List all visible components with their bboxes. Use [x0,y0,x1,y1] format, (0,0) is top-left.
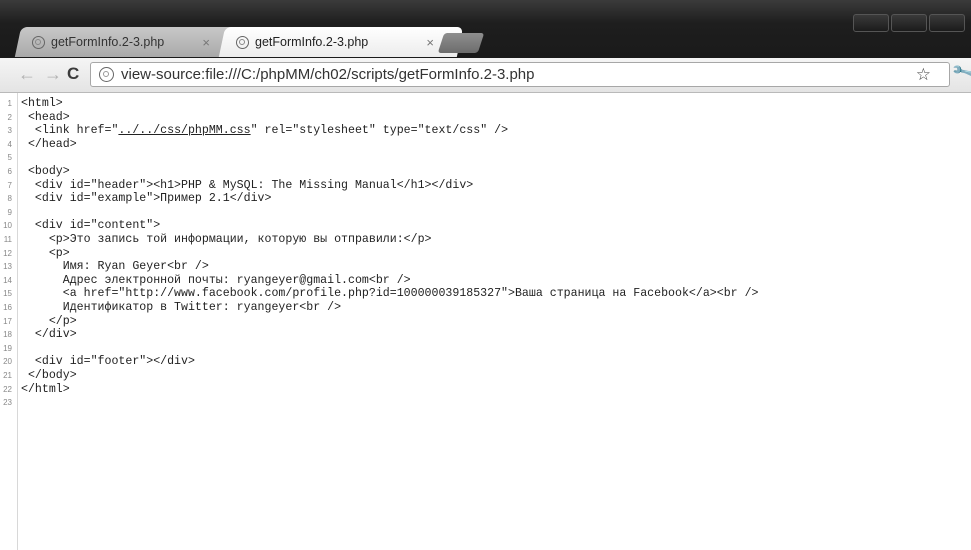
line-number: 6 [7,167,12,176]
source-line: 7 <div id="header"><h1>PHP & MySQL: The … [0,179,971,193]
line-number: 9 [7,207,12,217]
minimize-button[interactable] [853,14,889,32]
source-line: 13 Имя: Ryan Geyer<br /> [0,260,971,274]
source-line: 17 </p> [0,315,971,329]
code-text: </p> [21,314,77,328]
source-line: 1 <html> [0,97,971,111]
tab-close-icon[interactable]: × [202,35,210,50]
line-number: 1 [7,99,12,108]
line-number: 21 [3,371,12,380]
line-number: 17 [3,316,12,326]
source-line: 22 </html> [0,383,971,397]
source-line: 14 Адрес электронной почты: ryangeyer@gm… [0,274,971,288]
line-number: 18 [3,330,12,340]
address-bar[interactable]: view-source:file:///C:/phpMM/ch02/script… [90,62,950,87]
line-number: 14 [3,275,12,285]
page-icon [99,67,114,82]
code-text: <p>Это запись той информации, которую вы… [21,233,432,246]
source-line: 5 [0,151,971,165]
forward-arrow-icon[interactable]: → [44,64,62,84]
source-line: 6 <body> [0,165,971,179]
code-text: </body> [21,369,77,382]
source-line: 23 [0,396,971,410]
browser-window: getFormInfo.2-3.php × getFormInfo.2-3.ph… [0,0,971,550]
code-text: <div id="content"> [21,219,161,233]
code-text: <p> [21,246,70,260]
code-text: <div id="example">Пример 2.1</div> [21,192,272,206]
reload-icon[interactable]: C [67,64,79,84]
code-text: <a href="http://www.facebook.com/profile… [21,287,759,301]
back-arrow-icon[interactable]: ← [18,64,36,84]
source-line: 15 <a href="http://www.facebook.com/prof… [0,287,971,301]
line-number: 13 [3,262,12,272]
line-number: 3 [7,126,12,136]
close-window-button[interactable] [929,14,965,32]
tab-inactive[interactable]: getFormInfo.2-3.php × [14,27,240,57]
title-bar: getFormInfo.2-3.php × getFormInfo.2-3.ph… [0,0,971,58]
line-number: 4 [7,139,12,149]
source-line: 18 </div> [0,328,971,342]
code-text: <div id="header"><h1>PHP & MySQL: The Mi… [21,178,474,192]
stylesheet-link[interactable]: ../../css/phpMM.css [118,124,250,137]
source-view: 1 <html> 2 <head> 3 <link href="../../css/p… [0,93,971,550]
url-text[interactable]: view-source:file:///C:/phpMM/ch02/script… [121,66,535,83]
code-text: <head> [21,110,70,124]
maximize-button[interactable] [891,14,927,32]
tab-close-icon[interactable]: × [426,35,434,50]
line-number: 11 [3,235,12,244]
tab-title: getFormInfo.2-3.php [255,35,369,49]
source-line: 3 <link href="../../css/phpMM.css" rel="… [0,124,971,138]
line-number: 7 [7,180,12,190]
code-text: Идентификатор в Twitter: ryangeyer<br /> [21,301,342,314]
code-text: </div> [21,328,77,342]
code-text: <body> [21,165,70,178]
bookmark-star-icon[interactable]: ☆ [916,65,931,85]
code-text: </html> [21,382,70,396]
globe-icon [32,35,45,49]
source-line: 11 <p>Это запись той информации, которую… [0,233,971,247]
line-number: 10 [3,221,12,231]
source-line: 16 Идентификатор в Twitter: ryangeyer<br… [0,301,971,315]
line-number: 2 [7,112,12,122]
source-line: 21 </body> [0,369,971,383]
line-number: 12 [3,248,12,258]
line-number: 8 [7,194,12,204]
line-number: 5 [7,153,12,163]
toolbar: ← → C view-source:file:///C:/phpMM/ch02/… [0,58,971,93]
tab-active[interactable]: getFormInfo.2-3.php × [218,27,464,57]
code-text: Адрес электронной почты: ryangeyer@gmail… [21,273,411,287]
line-number: 15 [3,289,12,299]
source-line: 2 <head> [0,111,971,125]
window-controls [853,14,965,32]
line-number: 16 [3,303,12,312]
source-line: 4 </head> [0,138,971,152]
code-text: </head> [21,137,77,151]
line-number: 22 [3,384,12,394]
line-number: 23 [3,398,12,408]
source-line: 8 <div id="example">Пример 2.1</div> [0,192,971,206]
source-line: 20 <div id="footer"></div> [0,355,971,369]
new-tab-button[interactable] [437,33,485,53]
globe-icon [236,35,249,49]
tab-title: getFormInfo.2-3.php [51,35,165,49]
source-line: 12 <p> [0,247,971,261]
code-text: <div id="footer"></div> [21,355,195,369]
source-line: 19 [0,342,971,356]
line-number: 20 [3,357,12,367]
code-text: <link href="../../css/phpMM.css" rel="st… [21,124,509,138]
line-number: 19 [3,343,12,353]
source-line: 9 [0,206,971,220]
code-text: Имя: Ryan Geyer<br /> [21,260,209,274]
source-line: 10 <div id="content"> [0,219,971,233]
code-text: <html> [21,97,63,110]
